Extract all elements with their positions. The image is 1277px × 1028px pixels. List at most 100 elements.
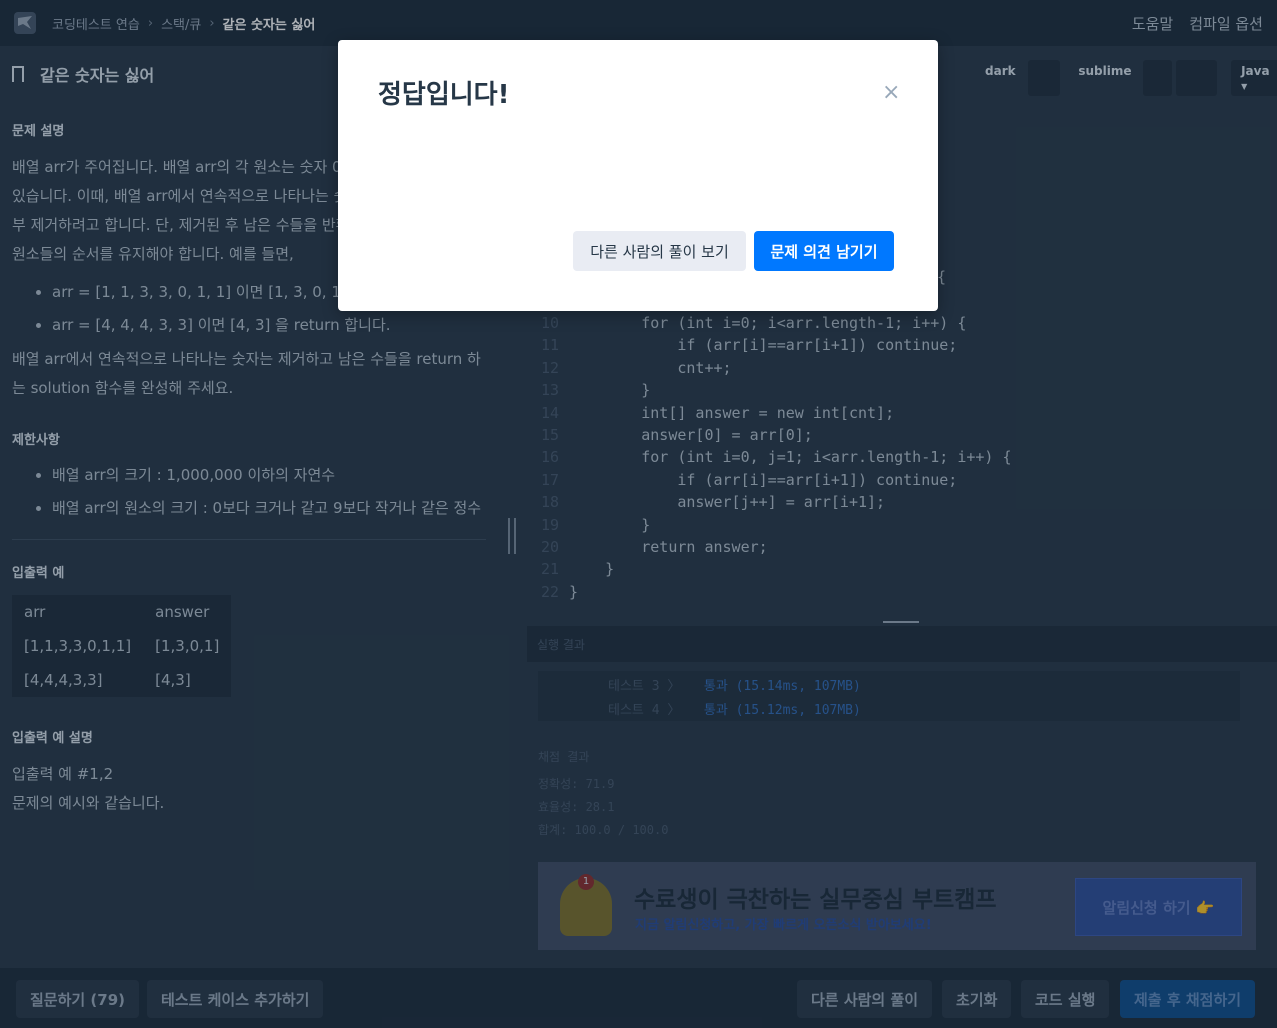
add-test-case-button[interactable]: 테스트 케이스 추가하기 (147, 980, 324, 1018)
code-line: 20 return answer; (527, 536, 1277, 558)
table-row: [4,4,4,3,3] [4,3] (12, 663, 231, 697)
list-item: 배열 arr의 원소의 크기 : 0보다 크거나 같고 9보다 작거나 같은 정… (52, 495, 486, 521)
divider (12, 539, 486, 540)
line-number: 12 (540, 358, 559, 377)
table-header-row: arr answer (12, 595, 231, 629)
language-select-value: Java (1241, 64, 1270, 78)
code-text: for (int i=0; i<arr.length-1; i++) { (569, 314, 967, 332)
code-text: answer[0] = arr[0]; (569, 425, 813, 444)
table-cell: [4,4,4,3,3] (24, 671, 103, 689)
reset-button[interactable]: 초기화 (942, 980, 1012, 1018)
code-text: for (int i=0, j=1; i<arr.length-1; i++) … (569, 448, 1012, 467)
breadcrumb-item-stack-queue[interactable]: 스택/큐 (161, 14, 201, 33)
limits-list: 배열 arr의 크기 : 1,000,000 이하의 자연수 배열 arr의 원… (52, 462, 486, 521)
grade-efficiency: 효율성: 28.1 (538, 800, 615, 814)
compile-options-link[interactable]: 컴파일 옵션 (1189, 13, 1263, 34)
run-code-button[interactable]: 코드 실행 (1021, 980, 1110, 1018)
grade-summary: 채점 결과 정확성: 71.9 효율성: 28.1 합계: 100.0 / 10… (538, 746, 668, 842)
line-number: 10 (540, 314, 559, 332)
keymap-sublime-button[interactable]: sublime (1070, 60, 1140, 96)
code-line: 12 cnt++; (527, 357, 1277, 379)
io-desc-subheading: 입출력 예 #1,2 (12, 765, 114, 783)
bootcamp-banner[interactable]: 1 수료생이 극찬하는 실무중심 부트캠프 지금 알림신청하고, 가장 빠르게 … (538, 862, 1256, 950)
code-line: 15 answer[0] = arr[0]; (527, 424, 1277, 446)
table-cell: [1,3,0,1] (155, 637, 220, 655)
output-heading: 실행 결과 (537, 638, 585, 652)
code-text: } (569, 381, 651, 400)
banner-subtitle: 지금 알림신청하고, 가장 빠르게 오픈소식 받아보세요! (635, 918, 932, 933)
code-text: answer[j++] = arr[i+1]; (569, 493, 886, 512)
grade-accuracy: 정확성: 71.9 (538, 777, 615, 791)
code-line: 16 for (int i=0, j=1; i<arr.length-1; i+… (527, 446, 1277, 468)
code-fragment: { (937, 268, 947, 286)
code-text: } (569, 560, 615, 579)
language-select[interactable]: Java ▼ (1231, 60, 1277, 96)
description-text-2: 배열 arr에서 연속적으로 나타나는 숫자는 제거하고 남은 수들을 retu… (12, 350, 481, 397)
table-cell: [1,1,3,3,0,1,1] (24, 637, 132, 655)
programmers-logo-icon[interactable] (14, 12, 36, 34)
keymap-emacs-button[interactable] (1176, 60, 1218, 96)
code-text: return answer; (569, 537, 768, 556)
bookmark-icon[interactable] (12, 66, 24, 82)
code-text: } (569, 582, 579, 601)
table-row: [1,1,3,3,0,1,1] [1,3,0,1] (12, 629, 231, 663)
editor-toolbar: dark sublime Java ▼ (977, 60, 1277, 96)
list-item: arr = [4, 4, 4, 3, 3] 이면 [4, 3] 을 return… (52, 312, 486, 338)
code-line: 13 } (527, 379, 1277, 401)
line-number: 16 (540, 448, 559, 467)
line-number: 17 (540, 470, 559, 489)
success-modal: 정답입니다! × 다른 사람의 풀이 보기 문제 의견 남기기 (338, 40, 938, 311)
table-header: arr (24, 603, 46, 621)
list-item: 배열 arr의 크기 : 1,000,000 이하의 자연수 (52, 462, 486, 488)
view-other-solutions-button[interactable]: 다른 사람의 풀이 보기 (573, 231, 746, 271)
line-number: 18 (540, 493, 559, 512)
code-editor[interactable]: 10 for (int i=0; i<arr.length-1; i++) {1… (527, 312, 1277, 603)
code-line: 21 } (527, 558, 1277, 580)
line-number: 11 (540, 336, 559, 355)
breadcrumb-item-current: 같은 숫자는 싫어 (222, 17, 316, 33)
test-result: 통과 (15.14ms, 107MB) (703, 679, 861, 694)
code-line: 14 int[] answer = new int[cnt]; (527, 402, 1277, 424)
io-example-table: arr answer [1,1,3,3,0,1,1] [1,3,0,1] [4,… (12, 595, 232, 697)
keymap-vim-button[interactable] (1143, 60, 1173, 96)
output-header: 실행 결과 (527, 626, 1277, 662)
test-result-row: 테스트 3 〉 통과 (15.14ms, 107MB) (608, 675, 1170, 699)
line-number: 19 (540, 515, 559, 534)
code-line: 22} (527, 581, 1277, 603)
modal-title: 정답입니다! (378, 80, 510, 110)
problem-title-text: 같은 숫자는 싫어 (40, 66, 155, 85)
close-icon[interactable]: × (882, 80, 900, 105)
submit-button[interactable]: 제출 후 채점하기 (1120, 980, 1256, 1018)
notify-signup-button[interactable]: 알림신청 하기 👉 (1075, 878, 1242, 936)
test-result: 통과 (15.12ms, 107MB) (703, 703, 861, 718)
code-text: if (arr[i]==arr[i+1]) continue; (569, 470, 958, 489)
pane-resize-handle[interactable] (508, 518, 516, 554)
leave-feedback-button[interactable]: 문제 의견 남기기 (754, 231, 894, 271)
line-number: 14 (540, 403, 559, 422)
io-example-heading: 입출력 예 (12, 566, 65, 581)
code-line: 10 for (int i=0; i<arr.length-1; i++) { (527, 312, 1277, 334)
theme-light-button[interactable] (1027, 60, 1061, 96)
ask-question-button[interactable]: 질문하기 (79) (16, 980, 140, 1018)
other-solutions-button[interactable]: 다른 사람의 풀이 (797, 980, 933, 1018)
caret-down-icon: ▼ (1241, 82, 1248, 91)
help-link[interactable]: 도움말 (1132, 13, 1173, 34)
code-text: } (569, 515, 651, 534)
table-cell: [4,3] (155, 671, 191, 689)
banner-title: 수료생이 극찬하는 실무중심 부트캠프 (634, 887, 997, 913)
io-desc-heading: 입출력 예 설명 (12, 731, 93, 746)
grade-heading: 채점 결과 (538, 750, 590, 764)
chevron-right-icon: › (147, 15, 154, 31)
line-number: 13 (540, 381, 559, 400)
breadcrumb-item-coding-test[interactable]: 코딩테스트 연습 (52, 14, 140, 33)
grade-total: 합계: 100.0 / 100.0 (538, 823, 669, 837)
code-line: 18 answer[j++] = arr[i+1]; (527, 491, 1277, 513)
bottom-action-bar: 질문하기 (79) 테스트 케이스 추가하기 다른 사람의 풀이 초기화 코드 … (0, 968, 1277, 1028)
theme-dark-button[interactable]: dark (977, 60, 1024, 96)
test-label: 테스트 3 〉 (608, 679, 681, 694)
code-text: int[] answer = new int[cnt]; (569, 403, 895, 422)
notification-badge: 1 (578, 874, 594, 890)
code-text: cnt++; (569, 358, 732, 377)
code-line: 17 if (arr[i]==arr[i+1]) continue; (527, 469, 1277, 491)
code-line: 19 } (527, 514, 1277, 536)
